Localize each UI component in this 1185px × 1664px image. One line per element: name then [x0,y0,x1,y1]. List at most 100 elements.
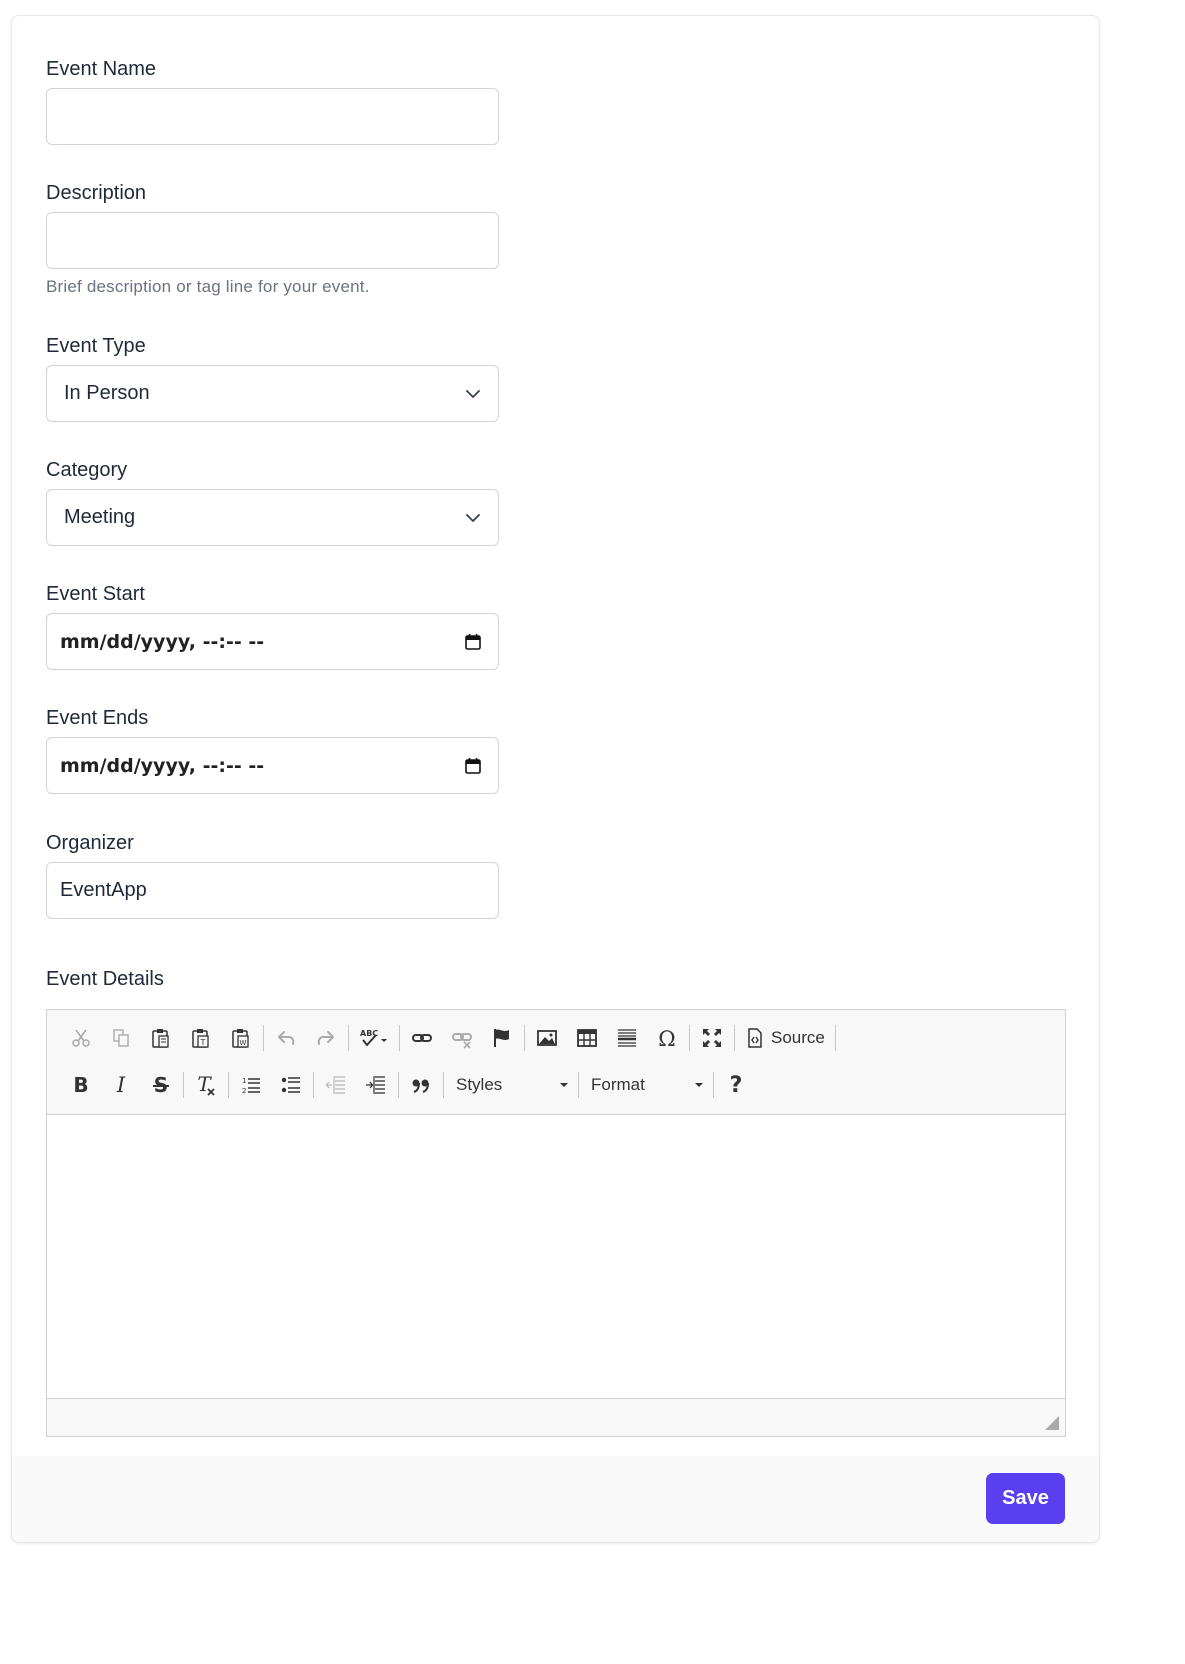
bold-icon: B [73,1074,88,1096]
event-start-field: Event Start mm/dd/yyyy, --:-- -- [46,581,499,670]
toolbar-separator [348,1025,349,1051]
event-ends-input[interactable]: mm/dd/yyyy, --:-- -- [46,737,499,794]
category-select[interactable]: Meeting [46,489,499,546]
event-type-select[interactable]: In Person [46,365,499,422]
unlink-button[interactable] [442,1020,482,1056]
event-start-input[interactable]: mm/dd/yyyy, --:-- -- [46,613,499,670]
toolbar-separator [578,1072,579,1098]
description-input[interactable] [46,212,499,269]
svg-text:Ω: Ω [658,1027,675,1049]
blockquote-button[interactable] [401,1067,441,1103]
toolbar-separator [313,1072,314,1098]
toolbar-row-1: T W ABC Ω Source [61,1018,838,1058]
toolbar-separator [398,1072,399,1098]
special-char-button[interactable]: Ω [647,1020,687,1056]
event-type-value: In Person [64,382,150,404]
table-button[interactable] [567,1020,607,1056]
undo-icon [278,1031,295,1045]
event-details-field: Event Details [46,966,164,992]
maximize-icon [703,1029,721,1047]
italic-button[interactable]: I [101,1067,141,1103]
horizontal-line-button[interactable] [607,1020,647,1056]
bold-button[interactable]: B [61,1067,101,1103]
svg-text:T: T [200,1038,206,1047]
editor-status-bar [47,1398,1065,1436]
source-button[interactable]: Source [737,1020,833,1056]
svg-text:1: 1 [242,1077,246,1085]
undo-button[interactable] [266,1020,306,1056]
event-form-card: Event Name Description Brief description… [11,15,1100,1543]
chevron-down-icon [466,390,480,398]
bulleted-list-button[interactable] [271,1067,311,1103]
paste-button[interactable] [141,1020,181,1056]
indent-button[interactable] [356,1067,396,1103]
image-button[interactable] [527,1020,567,1056]
outdent-icon [325,1076,345,1094]
category-label: Category [46,459,128,481]
description-help-text: Brief description or tag line for your e… [46,277,370,296]
paste-text-button[interactable]: T [181,1020,221,1056]
save-button[interactable]: Save [986,1473,1065,1524]
event-ends-value: mm/dd/yyyy, --:-- -- [60,754,265,777]
anchor-button[interactable] [482,1020,522,1056]
bulleted-list-icon [281,1077,300,1093]
toolbar-separator [228,1072,229,1098]
anchor-flag-icon [494,1029,509,1047]
paste-word-icon: W [232,1029,249,1048]
event-details-label: Event Details [46,968,164,990]
outdent-button[interactable] [316,1067,356,1103]
toolbar-separator [713,1072,714,1098]
event-type-field: Event Type In Person [46,333,499,422]
blockquote-icon [412,1079,429,1093]
event-type-label: Event Type [46,335,146,357]
unlink-icon [452,1033,472,1049]
description-field: Description Brief description or tag lin… [46,180,499,297]
organizer-field: Organizer EventApp [46,830,499,919]
redo-icon [317,1031,334,1045]
resize-handle-icon[interactable] [1045,1416,1059,1430]
event-start-label: Event Start [46,583,145,605]
toolbar-separator [689,1025,690,1051]
format-dropdown[interactable]: Format [581,1067,711,1103]
paste-text-icon: T [192,1029,209,1048]
event-start-value: mm/dd/yyyy, --:-- -- [60,630,265,653]
link-icon [412,1034,432,1042]
cut-button[interactable] [61,1020,101,1056]
event-name-field: Event Name [46,56,499,145]
calendar-icon[interactable] [464,633,482,651]
spellcheck-icon: ABC [360,1029,387,1047]
toolbar-separator [399,1025,400,1051]
svg-text:I: I [116,1074,126,1096]
horizontal-line-icon [618,1029,636,1047]
chevron-down-icon [466,514,480,522]
spellcheck-button[interactable]: ABC [351,1020,397,1056]
copy-icon [113,1029,129,1047]
paste-word-button[interactable]: W [221,1020,261,1056]
help-button[interactable]: ? [716,1067,756,1103]
link-button[interactable] [402,1020,442,1056]
styles-dropdown[interactable]: Styles [446,1067,576,1103]
strikethrough-icon: S [153,1074,169,1096]
strikethrough-button[interactable]: S [141,1067,181,1103]
toolbar-separator [734,1025,735,1051]
cut-icon [72,1029,90,1047]
indent-icon [366,1076,385,1094]
special-char-icon: Ω [658,1027,675,1049]
numbered-list-button[interactable]: 12 [231,1067,271,1103]
copy-button[interactable] [101,1020,141,1056]
event-name-input[interactable] [46,88,499,145]
event-ends-label: Event Ends [46,707,149,729]
italic-icon: I [116,1074,126,1096]
redo-button[interactable] [306,1020,346,1056]
organizer-input[interactable]: EventApp [46,862,499,919]
editor-content-area[interactable] [47,1116,1065,1398]
event-ends-field: Event Ends mm/dd/yyyy, --:-- -- [46,705,499,794]
maximize-button[interactable] [692,1020,732,1056]
format-label: Format [591,1075,645,1094]
svg-text:2: 2 [242,1087,246,1095]
toolbar-separator [443,1072,444,1098]
table-icon [577,1029,597,1047]
toolbar-separator [524,1025,525,1051]
calendar-icon[interactable] [464,757,482,775]
remove-format-button[interactable]: T [186,1067,226,1103]
